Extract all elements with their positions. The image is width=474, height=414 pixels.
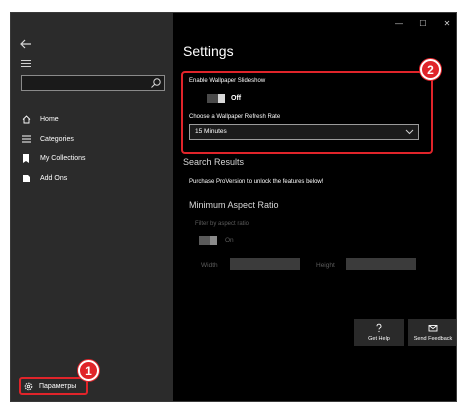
sidebar-item-settings[interactable]: Параметры [19, 377, 88, 395]
window-controls: — ☐ ✕ [394, 19, 452, 29]
callout-1: 1 [78, 360, 99, 381]
refresh-rate-label: Choose a Wallpaper Refresh Rate [189, 114, 281, 120]
minimize-icon[interactable]: — [394, 19, 404, 29]
back-arrow-icon [20, 39, 31, 49]
list-icon [21, 134, 31, 144]
page-title: Settings [183, 43, 234, 59]
slideshow-toggle[interactable] [207, 94, 225, 103]
pro-version-message: Purchase ProVersion to unlock the featur… [189, 179, 324, 185]
bookmark-icon [21, 153, 31, 163]
sidebar-item-label: Add Ons [40, 174, 68, 182]
slideshow-label: Enable Wallpaper Slideshow [189, 78, 266, 84]
get-help-label: Get Help [368, 336, 390, 342]
callout-2: 2 [420, 59, 441, 80]
gear-icon [24, 382, 33, 390]
aspect-filter-toggle[interactable] [199, 236, 217, 245]
height-label: Height [316, 262, 335, 269]
search-icon[interactable] [150, 77, 162, 89]
close-icon[interactable]: ✕ [442, 19, 452, 29]
slideshow-state: Off [231, 95, 242, 102]
home-icon [21, 114, 31, 124]
refresh-rate-value: 15 Minutes [195, 128, 227, 135]
aspect-ratio-heading: Minimum Aspect Ratio [189, 200, 279, 210]
sidebar-item-categories[interactable]: Categories [21, 132, 74, 146]
sidebar-item-label: Home [40, 115, 59, 123]
width-field[interactable] [230, 258, 300, 270]
chevron-down-icon [405, 129, 414, 135]
get-help-button[interactable]: Get Help [354, 319, 404, 346]
search-input[interactable] [21, 75, 165, 91]
help-icon [376, 323, 382, 333]
width-label: Width [201, 262, 218, 269]
sidebar-item-label: Параметры [39, 382, 77, 390]
aspect-filter-state: On [225, 237, 234, 244]
envelope-icon [428, 325, 438, 332]
sidebar: Home Categories My Collections Add Ons П… [11, 13, 173, 401]
aspect-filter-label: Filter by aspect ratio [195, 221, 250, 227]
refresh-rate-select[interactable]: 15 Minutes [189, 124, 419, 140]
search-results-heading: Search Results [183, 157, 245, 167]
sidebar-item-label: Categories [40, 135, 74, 143]
send-feedback-button[interactable]: Send Feedback [408, 319, 456, 346]
sidebar-item-home[interactable]: Home [21, 112, 59, 126]
sidebar-item-my-collections[interactable]: My Collections [21, 151, 86, 165]
sidebar-item-label: My Collections [40, 154, 86, 162]
height-field[interactable] [346, 258, 416, 270]
add-ons-icon [21, 173, 31, 183]
send-feedback-label: Send Feedback [413, 336, 453, 342]
hamburger-menu-button[interactable] [21, 60, 31, 68]
back-button[interactable] [20, 39, 34, 51]
maximize-icon[interactable]: ☐ [418, 19, 428, 29]
settings-page: — ☐ ✕ Settings Enable Wallpaper Slidesho… [173, 13, 456, 401]
sidebar-item-add-ons[interactable]: Add Ons [21, 171, 67, 185]
app-window: Home Categories My Collections Add Ons П… [10, 12, 457, 402]
